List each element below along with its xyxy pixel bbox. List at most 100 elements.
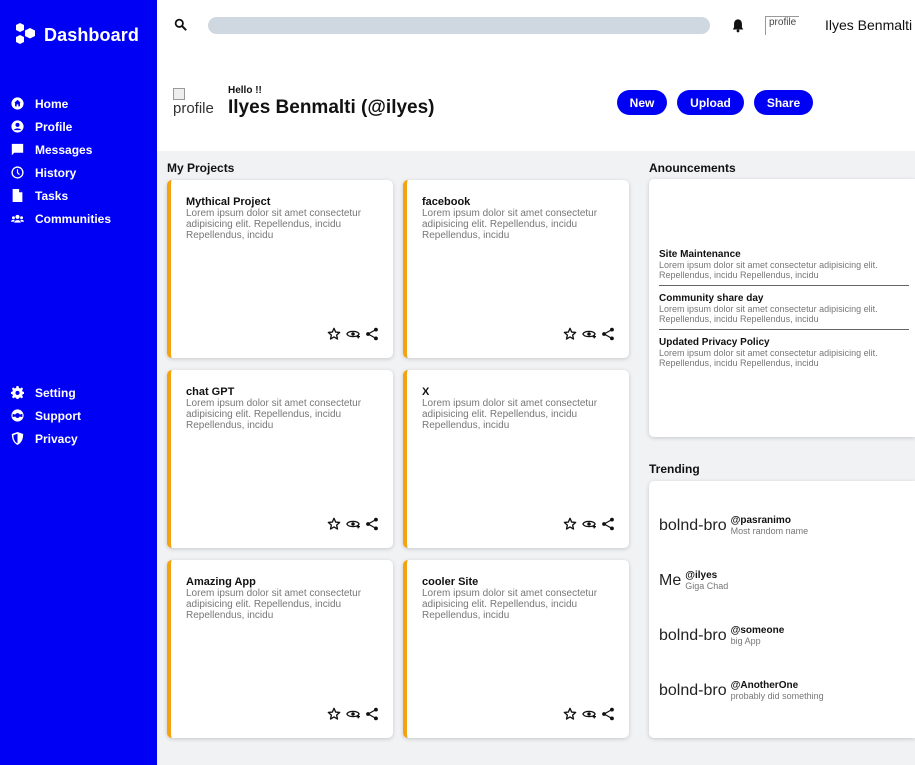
trending-item[interactable]: bolnd-bro @pasranimo Most random name [659,515,808,536]
watch-icon[interactable] [346,707,360,721]
project-description: Lorem ipsum dolor sit amet consectetur a… [422,588,598,621]
sidebar-item-label: Tasks [35,188,69,203]
announcement-title: Community share day [659,293,764,304]
project-description: Lorem ipsum dolor sit amet consectetur a… [186,208,362,241]
star-icon[interactable] [563,517,577,531]
trending-item[interactable]: bolnd-bro @someone big App [659,625,784,646]
star-icon[interactable] [563,327,577,341]
sidebar-item-label: Communities [35,211,112,226]
trending-handle: @someone [730,625,785,636]
header-actions: New Upload Share [617,90,823,115]
star-icon[interactable] [327,707,341,721]
trending-subtitle: probably did something [730,691,824,701]
project-actions [322,707,379,721]
project-title: Amazing App [186,576,256,588]
top-username[interactable]: Ilyes Benmalti [825,17,912,33]
sidebar-item-home[interactable]: Home [11,92,111,115]
projects-section-title: My Projects [167,161,235,175]
star-icon[interactable] [327,517,341,531]
brand[interactable]: Dashboard [14,22,139,48]
file-icon [12,189,23,202]
sidebar-item-label: History [35,165,77,180]
sidebar-item-communities[interactable]: Communities [11,207,111,230]
main-nav: Home Profile Messages History Tasks Comm… [11,92,111,230]
search-icon[interactable] [174,18,187,31]
announcements-panel: Site Maintenance Lorem ipsum dolor sit a… [649,179,915,437]
trending-subtitle: big App [730,636,761,646]
star-icon[interactable] [327,327,341,341]
sidebar-item-label: Setting [35,385,76,400]
upload-button[interactable]: Upload [677,90,744,115]
share-icon[interactable] [601,517,615,531]
announcement-description: Lorem ipsum dolor sit amet consectetur a… [659,260,878,280]
announcement-title: Site Maintenance [659,249,741,260]
sidebar-item-label: Support [35,408,81,423]
sidebar-item-label: Profile [35,119,73,134]
project-actions [322,327,379,341]
avatar[interactable]: profile [765,16,799,35]
share-icon[interactable] [365,707,379,721]
watch-icon[interactable] [582,707,596,721]
share-button[interactable]: Share [754,90,813,115]
top-bar: profile Ilyes Benmalti [157,0,915,52]
sidebar-item-profile[interactable]: Profile [11,115,111,138]
hexagons-logo-icon [16,23,35,44]
sidebar-item-label: Messages [35,142,93,157]
trending-section-title: Trending [649,462,700,476]
project-card[interactable]: X Lorem ipsum dolor sit amet consectetur… [403,370,629,548]
bottom-nav: Setting Support Privacy [11,381,81,450]
announcement-item[interactable]: Community share day Lorem ipsum dolor si… [659,293,909,324]
sidebar-item-history[interactable]: History [11,161,111,184]
project-card[interactable]: Mythical Project Lorem ipsum dolor sit a… [167,180,393,358]
user-icon [11,120,24,133]
watch-icon[interactable] [346,327,360,341]
new-button[interactable]: New [617,90,667,115]
star-icon[interactable] [563,707,577,721]
share-icon[interactable] [601,707,615,721]
support-icon [11,409,24,422]
trending-avatar: bolnd-bro [659,682,727,699]
search-input[interactable] [208,17,710,34]
bell-icon[interactable] [731,18,745,33]
sidebar: Dashboard Home Profile Messages History … [0,0,157,765]
trending-avatar: bolnd-bro [659,627,727,644]
clock-icon [11,166,24,179]
project-title: cooler Site [422,576,479,588]
trending-handle: @AnotherOne [730,680,799,691]
project-card[interactable]: facebook Lorem ipsum dolor sit amet cons… [403,180,629,358]
project-title: X [422,386,430,398]
watch-icon[interactable] [346,517,360,531]
announcements-section-title: Anouncements [649,161,736,175]
share-icon[interactable] [365,327,379,341]
greeting: Hello !! [228,85,262,96]
project-card[interactable]: cooler Site Lorem ipsum dolor sit amet c… [403,560,629,738]
divider [659,285,909,286]
sidebar-item-setting[interactable]: Setting [11,381,81,404]
users-icon [11,214,24,223]
project-card[interactable]: chat GPT Lorem ipsum dolor sit amet cons… [167,370,393,548]
sidebar-item-privacy[interactable]: Privacy [11,427,81,450]
trending-item[interactable]: Me @ilyes Giga Chad [659,570,728,591]
watch-icon[interactable] [582,517,596,531]
project-description: Lorem ipsum dolor sit amet consectetur a… [186,588,362,621]
announcement-description: Lorem ipsum dolor sit amet consectetur a… [659,304,878,324]
trending-text: @AnotherOne probably did something [731,680,824,701]
share-icon[interactable] [601,327,615,341]
watch-icon[interactable] [582,327,596,341]
profile-name: Ilyes Benmalti (@ilyes) [228,97,435,118]
project-title: Mythical Project [186,196,271,208]
sidebar-item-tasks[interactable]: Tasks [11,184,111,207]
project-card[interactable]: Amazing App Lorem ipsum dolor sit amet c… [167,560,393,738]
trending-text: @someone big App [731,625,785,646]
trending-item[interactable]: bolnd-bro @AnotherOne probably did somet… [659,680,824,701]
share-icon[interactable] [365,517,379,531]
project-actions [558,707,615,721]
brand-title: Dashboard [44,24,139,45]
sidebar-item-messages[interactable]: Messages [11,138,111,161]
sidebar-item-support[interactable]: Support [11,404,81,427]
announcement-item[interactable]: Updated Privacy Policy Lorem ipsum dolor… [659,337,909,368]
trending-handle: @pasranimo [730,515,791,526]
announcement-item[interactable]: Site Maintenance Lorem ipsum dolor sit a… [659,249,909,280]
trending-subtitle: Most random name [730,526,809,536]
project-actions [558,517,615,531]
